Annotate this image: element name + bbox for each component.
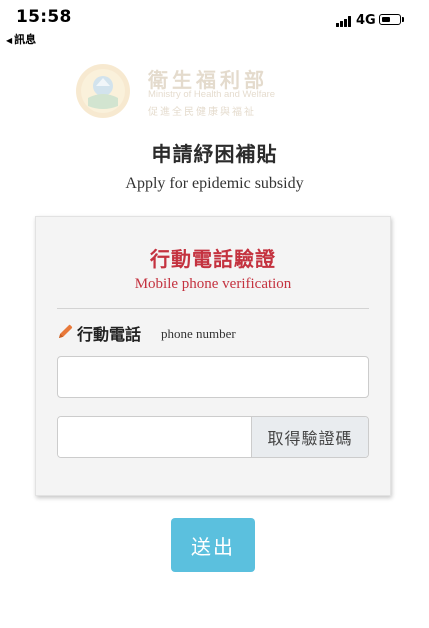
back-label: 訊息 xyxy=(14,33,37,46)
get-code-button[interactable]: 取得驗證碼 xyxy=(251,417,368,457)
signal-icon xyxy=(336,16,352,27)
phone-label-cn: 行動電話 xyxy=(77,325,142,344)
battery-icon xyxy=(379,14,401,25)
verification-card: 行動電話驗證 Mobile phone verification 行動電話 ph… xyxy=(35,216,391,496)
card-title: 行動電話驗證 xyxy=(150,247,276,271)
pencil-icon xyxy=(59,324,73,338)
logo-slogan: 促進全民健康與福祉 xyxy=(148,107,256,118)
status-bar: 15:58 ◀ 訊息 4G xyxy=(0,0,429,48)
ministry-logo: 衛生福利部 Ministry of Health and Welfare 促進全… xyxy=(74,62,344,122)
back-to-messages[interactable]: ◀ 訊息 xyxy=(6,31,36,47)
ministry-seal-icon xyxy=(76,64,130,118)
submit-button[interactable]: 送出 xyxy=(171,518,255,572)
phone-number-input[interactable] xyxy=(57,356,369,398)
phone-label-en: phone number xyxy=(161,326,236,341)
back-arrow-icon: ◀ xyxy=(6,36,13,45)
card-subtitle: Mobile phone verification xyxy=(134,276,292,292)
page-title: 申請紓困補貼 xyxy=(151,142,278,166)
divider xyxy=(57,308,369,309)
verification-code-input[interactable] xyxy=(58,417,251,457)
verification-code-group: 取得驗證碼 xyxy=(57,416,369,458)
status-time: 15:58 xyxy=(16,7,72,27)
battery-tip xyxy=(402,17,404,22)
logo-name-en: Ministry of Health and Welfare xyxy=(148,89,276,100)
page-subtitle: Apply for epidemic subsidy xyxy=(125,175,304,192)
network-type: 4G xyxy=(356,13,376,28)
